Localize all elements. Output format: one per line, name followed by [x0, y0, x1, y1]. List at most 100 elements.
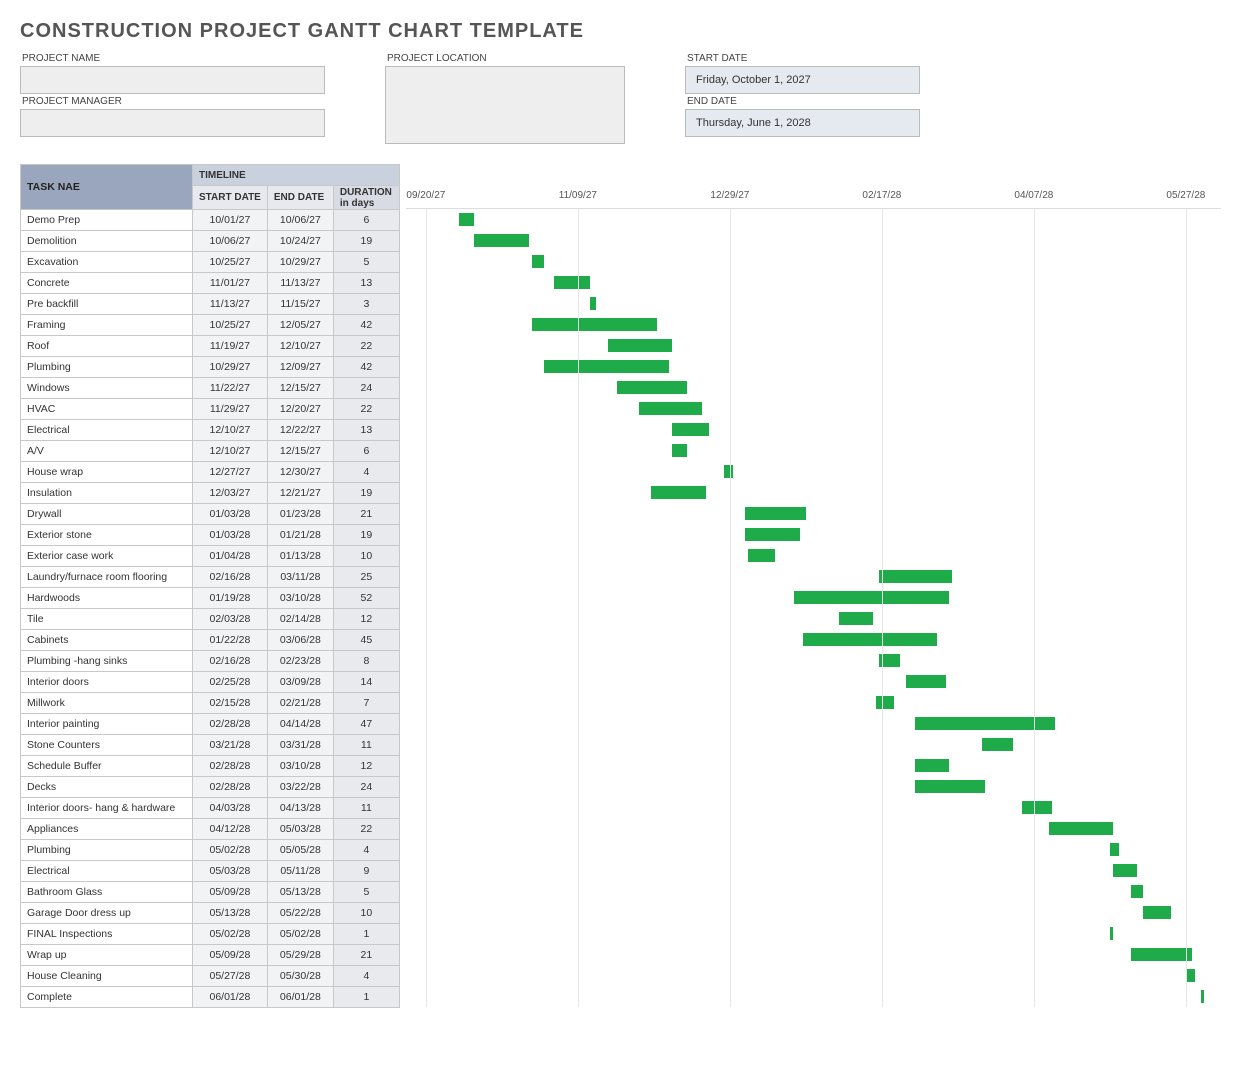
project-location-input[interactable] [385, 66, 625, 144]
gantt-bar[interactable] [803, 633, 937, 646]
table-row[interactable]: HVAC11/29/2712/20/2722 [21, 399, 400, 420]
table-row[interactable]: Framing10/25/2712/05/2742 [21, 315, 400, 336]
gantt-bar[interactable] [745, 528, 800, 541]
gantt-bar[interactable] [1022, 801, 1052, 814]
gantt-row [406, 209, 1221, 230]
task-name-cell: Bathroom Glass [21, 882, 193, 903]
task-name-cell: Garage Door dress up [21, 903, 193, 924]
table-row[interactable]: Drywall01/03/2801/23/2821 [21, 504, 400, 525]
gantt-row [406, 923, 1221, 944]
gantt-bar[interactable] [794, 591, 949, 604]
gantt-bar[interactable] [724, 465, 733, 478]
table-row[interactable]: Garage Door dress up05/13/2805/22/2810 [21, 903, 400, 924]
end-date-input[interactable]: Thursday, June 1, 2028 [685, 109, 920, 137]
gantt-bar[interactable] [672, 423, 708, 436]
table-row[interactable]: A/V12/10/2712/15/276 [21, 441, 400, 462]
table-row[interactable]: Hardwoods01/19/2803/10/2852 [21, 588, 400, 609]
task-name-cell: Appliances [21, 819, 193, 840]
gantt-bar[interactable] [1201, 990, 1204, 1003]
table-row[interactable]: Complete06/01/2806/01/281 [21, 987, 400, 1008]
table-row[interactable]: Appliances04/12/2805/03/2822 [21, 819, 400, 840]
table-row[interactable]: Millwork02/15/2802/21/287 [21, 693, 400, 714]
gantt-bar[interactable] [1186, 969, 1195, 982]
task-name-cell: Windows [21, 378, 193, 399]
task-name-cell: Demolition [21, 231, 193, 252]
table-row[interactable]: Exterior case work01/04/2801/13/2810 [21, 546, 400, 567]
gantt-bar[interactable] [474, 234, 529, 247]
project-name-input[interactable] [20, 66, 325, 94]
table-row[interactable]: Interior painting02/28/2804/14/2847 [21, 714, 400, 735]
table-row[interactable]: Tile02/03/2802/14/2812 [21, 609, 400, 630]
gantt-bar[interactable] [879, 570, 952, 583]
gantt-bar[interactable] [1110, 843, 1119, 856]
gantt-bar[interactable] [532, 255, 544, 268]
task-start-cell: 10/29/27 [193, 357, 268, 378]
gantt-bar[interactable] [876, 696, 894, 709]
gantt-bar[interactable] [590, 297, 596, 310]
task-name-cell: Drywall [21, 504, 193, 525]
task-start-cell: 05/09/28 [193, 882, 268, 903]
gantt-bar[interactable] [544, 360, 669, 373]
gantt-bar[interactable] [982, 738, 1012, 751]
table-row[interactable]: Cabinets01/22/2803/06/2845 [21, 630, 400, 651]
table-row[interactable]: Wrap up05/09/2805/29/2821 [21, 945, 400, 966]
task-name-cell: Millwork [21, 693, 193, 714]
task-dur-cell: 9 [333, 861, 399, 882]
table-row[interactable]: Laundry/furnace room flooring02/16/2803/… [21, 567, 400, 588]
gantt-bar[interactable] [915, 759, 948, 772]
table-row[interactable]: Electrical05/03/2805/11/289 [21, 861, 400, 882]
gantt-bar[interactable] [608, 339, 672, 352]
start-date-input[interactable]: Friday, October 1, 2027 [685, 66, 920, 94]
table-row[interactable]: Interior doors02/25/2803/09/2814 [21, 672, 400, 693]
task-name-cell: Stone Counters [21, 735, 193, 756]
gantt-bar[interactable] [1049, 822, 1113, 835]
gantt-bar[interactable] [748, 549, 775, 562]
table-row[interactable]: Decks02/28/2803/22/2824 [21, 777, 400, 798]
project-manager-input[interactable] [20, 109, 325, 137]
gantt-bar[interactable] [639, 402, 703, 415]
gantt-bar[interactable] [1131, 885, 1143, 898]
gantt-bar[interactable] [1113, 864, 1137, 877]
gantt-row [406, 965, 1221, 986]
table-row[interactable]: Electrical12/10/2712/22/2713 [21, 420, 400, 441]
gantt-bar[interactable] [839, 612, 872, 625]
table-row[interactable]: Concrete11/01/2711/13/2713 [21, 273, 400, 294]
table-row[interactable]: Exterior stone01/03/2801/21/2819 [21, 525, 400, 546]
table-row[interactable]: Insulation12/03/2712/21/2719 [21, 483, 400, 504]
gantt-bar[interactable] [915, 780, 985, 793]
table-row[interactable]: FINAL Inspections05/02/2805/02/281 [21, 924, 400, 945]
table-row[interactable]: Roof11/19/2712/10/2722 [21, 336, 400, 357]
gantt-bar[interactable] [554, 276, 590, 289]
task-dur-cell: 3 [333, 294, 399, 315]
table-row[interactable]: Schedule Buffer02/28/2803/10/2812 [21, 756, 400, 777]
table-row[interactable]: Plumbing -hang sinks02/16/2802/23/288 [21, 651, 400, 672]
gantt-bar[interactable] [459, 213, 474, 226]
table-row[interactable]: Demolition10/06/2710/24/2719 [21, 231, 400, 252]
task-dur-cell: 7 [333, 693, 399, 714]
axis-tick-label: 12/29/27 [710, 190, 749, 201]
table-row[interactable]: Plumbing05/02/2805/05/284 [21, 840, 400, 861]
gantt-row [406, 818, 1221, 839]
table-row[interactable]: Windows11/22/2712/15/2724 [21, 378, 400, 399]
table-row[interactable]: House Cleaning05/27/2805/30/284 [21, 966, 400, 987]
table-row[interactable]: Demo Prep10/01/2710/06/276 [21, 210, 400, 231]
gantt-row [406, 755, 1221, 776]
table-row[interactable]: Stone Counters03/21/2803/31/2811 [21, 735, 400, 756]
table-row[interactable]: Excavation10/25/2710/29/275 [21, 252, 400, 273]
table-row[interactable]: Bathroom Glass05/09/2805/13/285 [21, 882, 400, 903]
table-row[interactable]: House wrap12/27/2712/30/274 [21, 462, 400, 483]
gantt-bar[interactable] [906, 675, 946, 688]
gantt-bar[interactable] [532, 318, 657, 331]
task-end-cell: 12/15/27 [267, 378, 333, 399]
gantt-bar[interactable] [672, 444, 687, 457]
table-row[interactable]: Interior doors- hang & hardware04/03/280… [21, 798, 400, 819]
table-row[interactable]: Plumbing10/29/2712/09/2742 [21, 357, 400, 378]
gantt-bar[interactable] [1110, 927, 1113, 940]
gantt-bar[interactable] [1143, 906, 1170, 919]
gantt-bar[interactable] [617, 381, 687, 394]
task-dur-cell: 12 [333, 609, 399, 630]
gantt-bar[interactable] [1131, 948, 1192, 961]
gantt-bar[interactable] [651, 486, 706, 499]
gantt-bar[interactable] [745, 507, 806, 520]
table-row[interactable]: Pre backfill11/13/2711/15/273 [21, 294, 400, 315]
